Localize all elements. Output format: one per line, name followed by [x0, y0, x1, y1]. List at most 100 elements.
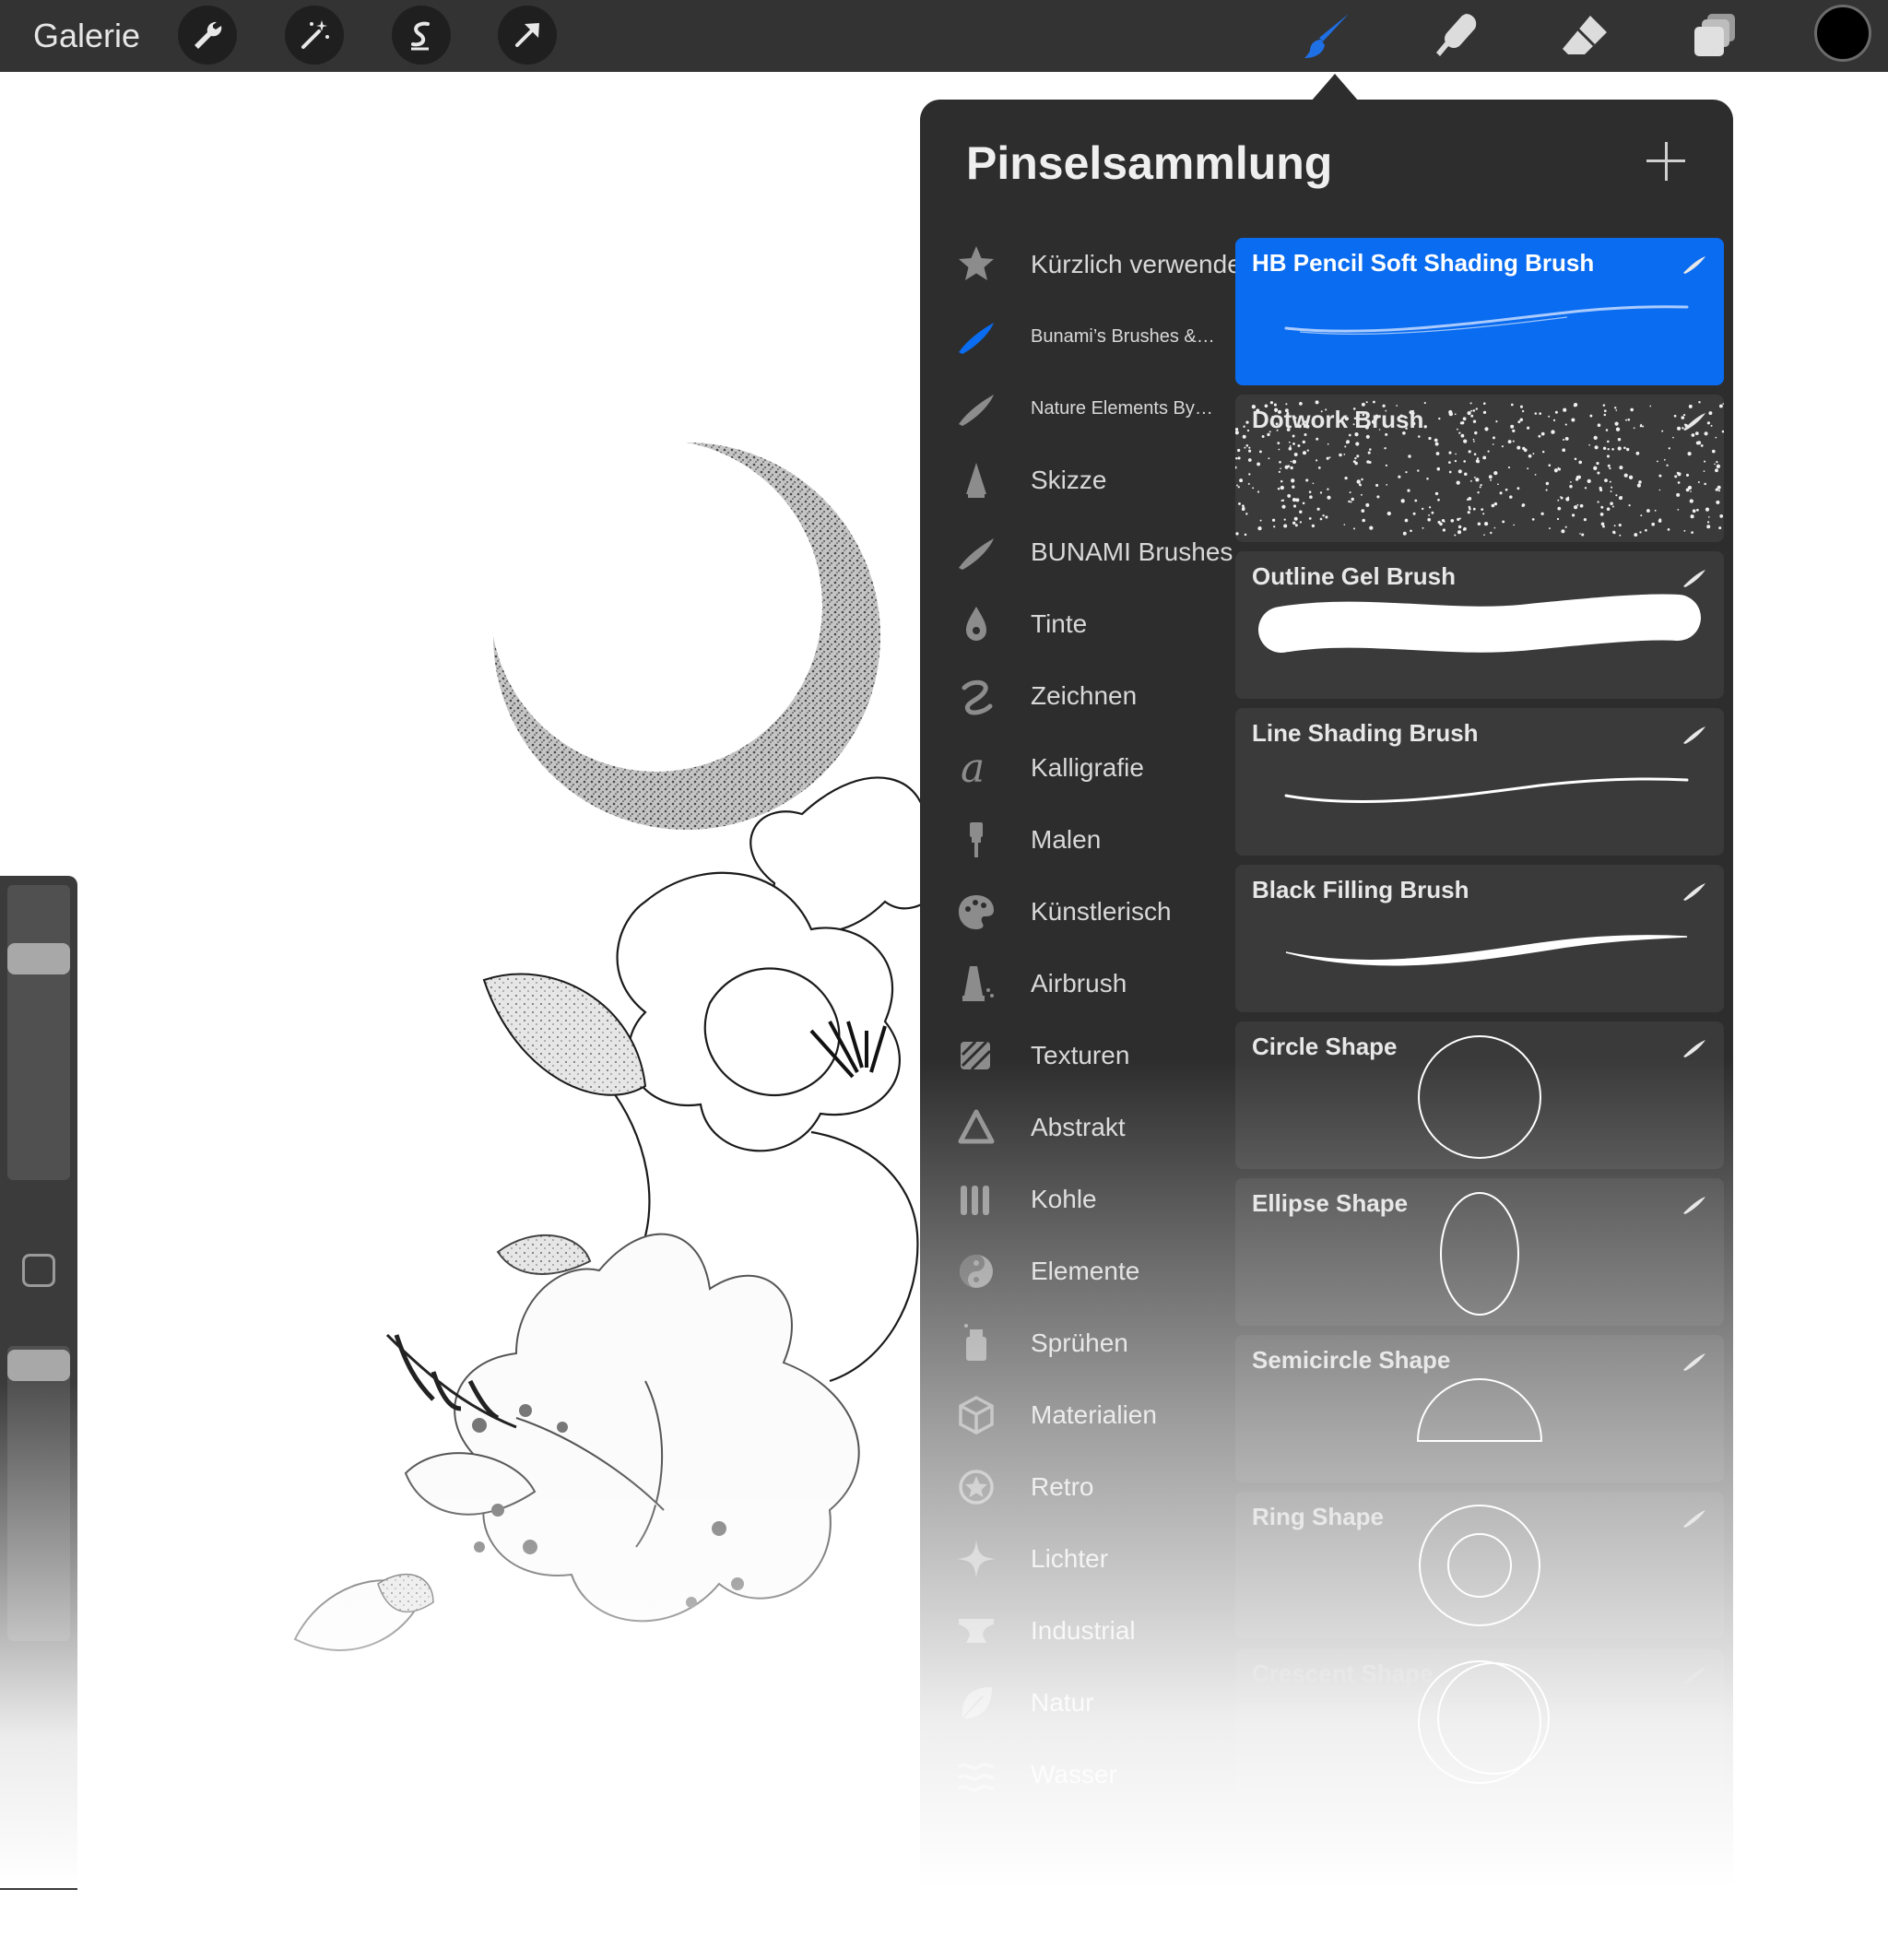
brush-category-item[interactable]: Malen	[920, 804, 1233, 876]
calligraphy-icon: a	[955, 747, 997, 789]
brush-category-label: Sprühen	[1031, 1328, 1128, 1357]
airbrush-icon	[955, 962, 997, 1005]
brush-category-label: Malen	[1031, 825, 1102, 854]
brush-category-label: Tinte	[1031, 609, 1088, 638]
brush-icon[interactable]	[1300, 7, 1357, 65]
brush-stroke-icon	[1682, 411, 1707, 431]
texture-icon	[955, 1034, 997, 1077]
brush-category-item[interactable]: Abstrakt	[920, 1092, 1233, 1163]
brush-item[interactable]: Circle Shape	[1235, 1021, 1724, 1169]
sidebar-fade-overlay	[0, 1383, 83, 1888]
leaf-icon	[955, 1682, 997, 1724]
brush-item[interactable]: Black Filling Brush	[1235, 865, 1724, 1012]
brush-stroke-icon	[955, 531, 997, 573]
brush-category-item[interactable]: Nature Elements By…	[920, 372, 1233, 444]
brush-name: Ellipse Shape	[1252, 1189, 1409, 1217]
brush-stroke-icon	[955, 315, 997, 358]
smudge-icon[interactable]	[1428, 7, 1485, 65]
brush-library-title: Pinselsammlung	[966, 137, 1333, 189]
wrench-icon[interactable]	[178, 6, 237, 65]
yin-yang-icon	[955, 1250, 997, 1293]
brush-category-item[interactable]: BUNAMI Brushes	[920, 516, 1233, 588]
brush-category-item[interactable]: Kürzlich verwendet	[920, 229, 1249, 301]
brush-category-item[interactable]: Wasser	[920, 1739, 1233, 1811]
brush-name: Line Shading Brush	[1252, 719, 1479, 747]
cube-icon	[955, 1394, 997, 1436]
brush-category-label: Industrial	[1031, 1616, 1136, 1645]
brush-category-label: Zeichnen	[1031, 681, 1138, 710]
top-toolbar: Galerie	[0, 0, 1888, 72]
brush-category-label: Materialien	[1031, 1400, 1157, 1429]
gallery-button[interactable]: Galerie	[33, 9, 140, 63]
brush-name: Outline Gel Brush	[1252, 562, 1457, 590]
brush-category-label: BUNAMI Brushes	[1031, 537, 1233, 566]
brush-category-label: Lichter	[1031, 1544, 1109, 1573]
brush-item[interactable]: Line Shading Brush	[1235, 708, 1724, 856]
brush-stroke-icon	[1682, 1508, 1707, 1529]
brush-category-label: Nature Elements By…	[1031, 397, 1213, 419]
brush-category-item[interactable]: a Kalligrafie	[920, 732, 1233, 804]
brush-category-label: Bunami’s Brushes &…	[1031, 325, 1215, 347]
brush-category-item[interactable]: Natur	[920, 1667, 1233, 1739]
brush-category-item[interactable]: Skizze	[920, 444, 1233, 516]
brush-item[interactable]: Crescent Shape	[1235, 1648, 1724, 1796]
brush-item[interactable]: Outline Gel Brush	[1235, 551, 1724, 699]
brush-item[interactable]: Semicircle Shape	[1235, 1335, 1724, 1482]
opacity-slider-handle[interactable]	[7, 1350, 70, 1381]
brush-size-slider[interactable]	[7, 885, 70, 1180]
water-icon	[955, 1753, 997, 1796]
brush-category-item[interactable]: Materialien	[920, 1379, 1233, 1451]
brush-item[interactable]: HB Pencil Soft Shading Brush	[1235, 238, 1724, 385]
eraser-icon[interactable]	[1556, 7, 1613, 65]
brush-category-label: Elemente	[1031, 1257, 1140, 1285]
selection-icon[interactable]	[392, 6, 451, 65]
brush-category-label: Kohle	[1031, 1185, 1097, 1213]
brush-size-slider-handle[interactable]	[7, 942, 70, 974]
spray-can-icon	[955, 1322, 997, 1364]
brush-category-label: Kalligrafie	[1031, 753, 1144, 782]
brush-stroke-icon	[1682, 1038, 1707, 1058]
brush-item[interactable]: Dotwork Brush	[1235, 395, 1724, 542]
brush-category-item[interactable]: Bunami’s Brushes &…	[920, 301, 1233, 372]
brush-category-item[interactable]: Zeichnen	[920, 660, 1233, 732]
ink-drop-icon	[955, 603, 997, 645]
brush-category-item[interactable]: Industrial	[920, 1595, 1233, 1667]
brush-category-label: Künstlerisch	[1031, 897, 1172, 926]
palette-icon	[955, 891, 997, 933]
color-picker-button[interactable]	[1814, 5, 1871, 62]
triangle-icon	[955, 1106, 997, 1149]
brush-category-label: Skizze	[1031, 466, 1107, 494]
arrow-icon[interactable]	[498, 6, 557, 65]
magic-wand-icon[interactable]	[285, 6, 344, 65]
brush-category-label: Wasser	[1031, 1760, 1117, 1789]
brush-category-item[interactable]: Elemente	[920, 1235, 1233, 1307]
brush-library-panel: Pinselsammlung Kürzlich verwendet Bunami’…	[920, 100, 1733, 1888]
brush-stroke-icon	[1682, 568, 1707, 588]
brush-item[interactable]: Ellipse Shape	[1235, 1178, 1724, 1326]
brush-category-item[interactable]: Künstlerisch	[920, 876, 1233, 948]
brush-category-label: Texturen	[1031, 1041, 1130, 1069]
brush-category-item[interactable]: Lichter	[920, 1523, 1233, 1595]
brush-stroke-icon	[1682, 1665, 1707, 1685]
brush-item[interactable]: Ring Shape	[1235, 1492, 1724, 1639]
brush-name: Dotwork Brush	[1252, 406, 1424, 433]
modify-button[interactable]	[22, 1254, 55, 1287]
layers-icon[interactable]	[1686, 7, 1743, 65]
brush-stroke-icon	[1682, 725, 1707, 745]
anvil-icon	[955, 1610, 997, 1652]
brush-stroke-icon	[1682, 254, 1707, 275]
brush-category-label: Retro	[1031, 1472, 1094, 1501]
brush-category-label: Natur	[1031, 1688, 1094, 1717]
brush-stroke-icon	[955, 387, 997, 430]
add-brush-set-button[interactable]	[1643, 138, 1689, 184]
brush-category-item[interactable]: Kohle	[920, 1163, 1233, 1235]
popover-arrow	[1311, 74, 1359, 101]
brush-category-item[interactable]: Sprühen	[920, 1307, 1233, 1379]
brush-category-item[interactable]: Tinte	[920, 588, 1233, 660]
brush-category-item[interactable]: Airbrush	[920, 948, 1233, 1020]
brush-category-item[interactable]: Retro	[920, 1451, 1233, 1523]
brush-category-item[interactable]: Texturen	[920, 1020, 1233, 1092]
squiggle-icon	[955, 675, 997, 717]
brush-name: HB Pencil Soft Shading Brush	[1252, 249, 1595, 277]
retro-star-icon	[955, 1466, 997, 1508]
